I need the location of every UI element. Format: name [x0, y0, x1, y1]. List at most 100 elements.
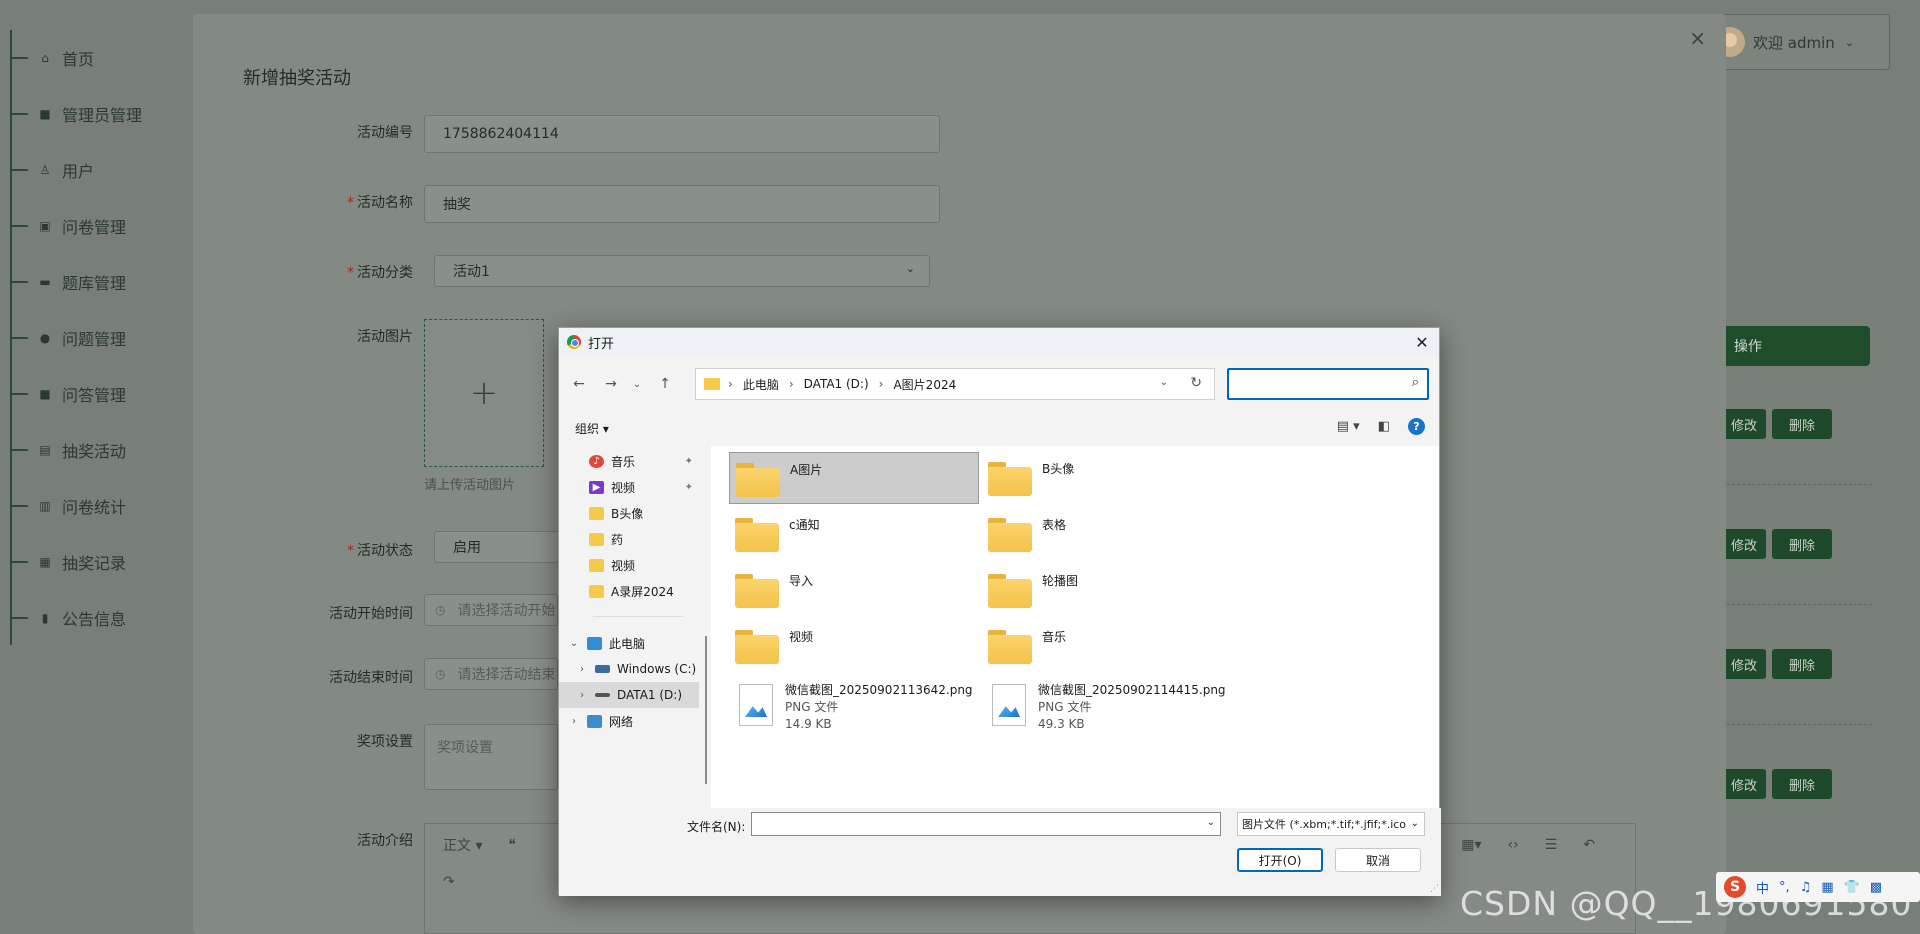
network-icon: [587, 714, 602, 728]
forward-arrow-icon[interactable]: →: [599, 372, 623, 396]
code-input[interactable]: 1758862404114: [424, 115, 940, 153]
edit-button[interactable]: 修改: [1722, 409, 1766, 439]
nav-item-drive-d[interactable]: › DATA1 (D:): [559, 682, 699, 708]
folder-item[interactable]: A图片: [729, 452, 979, 504]
cancel-button[interactable]: 取消: [1335, 848, 1421, 872]
delete-button[interactable]: 删除: [1772, 649, 1832, 679]
sidebar-item-question[interactable]: ● 问题管理: [0, 310, 190, 366]
folder-item[interactable]: c通知: [729, 508, 979, 560]
quote-icon[interactable]: ❝: [508, 837, 516, 853]
folder-item[interactable]: 导入: [729, 564, 979, 616]
nav-item-music[interactable]: ♪ 音乐 ✦: [559, 448, 699, 474]
breadcrumb-drive[interactable]: DATA1 (D:): [804, 377, 869, 391]
breadcrumb-pc[interactable]: 此电脑: [743, 376, 779, 393]
sidebar-item-record[interactable]: ▦ 抽奖记录: [0, 534, 190, 590]
chevron-right-icon[interactable]: ›: [575, 664, 589, 675]
nav-item-folder[interactable]: 视频: [559, 552, 699, 578]
nav-item-network[interactable]: › 网络: [559, 708, 699, 734]
search-icon[interactable]: ⌕: [1412, 375, 1419, 390]
dialog-close-icon[interactable]: ✕: [1411, 331, 1433, 353]
recent-locations-icon[interactable]: ⌄: [625, 372, 649, 396]
nav-item-this-pc[interactable]: ⌄ 此电脑: [559, 630, 699, 656]
file-item[interactable]: 微信截图_20250902114415.png PNG 文件 49.3 KB: [982, 682, 1232, 742]
address-dropdown-icon[interactable]: ⌄: [1160, 377, 1168, 388]
chevron-down-icon[interactable]: ⌄: [567, 638, 581, 649]
voice-icon[interactable]: ♫: [1800, 880, 1812, 895]
sidebar-item-notice[interactable]: ▮ 公告信息: [0, 590, 190, 646]
nav-scrollbar[interactable]: [703, 446, 709, 808]
sidebar-item-admin[interactable]: ■ 管理员管理: [0, 86, 190, 142]
help-icon[interactable]: ?: [1408, 418, 1425, 435]
name-input[interactable]: 抽奖: [424, 185, 940, 223]
punctuation-icon[interactable]: °,: [1779, 880, 1790, 895]
view-options-icon[interactable]: ▤ ▾: [1337, 419, 1360, 434]
keyboard-icon[interactable]: ▦: [1821, 880, 1833, 895]
sidebar-item-user[interactable]: ♙ 用户: [0, 142, 190, 198]
divider-icon[interactable]: ☰: [1545, 837, 1558, 853]
folder-item[interactable]: 视频: [729, 620, 979, 672]
sidebar-item-lottery[interactable]: ▤ 抽奖活动: [0, 422, 190, 478]
folder-item[interactable]: 表格: [982, 508, 1232, 560]
ime-lang[interactable]: 中: [1756, 878, 1769, 897]
close-icon[interactable]: ×: [1689, 26, 1706, 50]
file-item[interactable]: 微信截图_20250902113642.png PNG 文件 14.9 KB: [729, 682, 979, 742]
up-arrow-icon[interactable]: ↑: [653, 372, 677, 396]
status-select[interactable]: 启用: [434, 531, 560, 563]
sidebar-item-survey[interactable]: ▣ 问卷管理: [0, 198, 190, 254]
edit-button[interactable]: 修改: [1722, 529, 1766, 559]
resize-grip-icon[interactable]: ⋰: [1430, 884, 1439, 894]
chevron-down-icon[interactable]: ⌄: [1207, 817, 1215, 828]
refresh-icon[interactable]: ↻: [1190, 375, 1202, 391]
organize-menu[interactable]: 组织 ▾: [575, 420, 609, 437]
breadcrumb-folder[interactable]: A图片2024: [893, 376, 956, 393]
chevron-down-icon: ⌄: [1410, 818, 1419, 829]
search-input[interactable]: [1233, 377, 1393, 391]
filetype-select[interactable]: 图片文件 (*.xbm;*.tif;*.jfif;*.ico ⌄: [1237, 812, 1425, 836]
folder-icon: [988, 518, 1032, 552]
ime-toolbar[interactable]: S 中 °, ♫ ▦ 👕 ▩: [1716, 872, 1920, 902]
end-time-picker[interactable]: ◷ 请选择活动结束: [424, 658, 558, 690]
skin-icon[interactable]: 👕: [1844, 880, 1860, 895]
sidebar-item-qa[interactable]: ■ 问答管理: [0, 366, 190, 422]
folder-item[interactable]: B头像: [982, 452, 1232, 504]
delete-button[interactable]: 删除: [1772, 529, 1832, 559]
nav-item-folder[interactable]: B头像: [559, 500, 699, 526]
nav-item-folder[interactable]: A录屏2024: [559, 578, 699, 604]
folder-item[interactable]: 音乐: [982, 620, 1232, 672]
table-icon[interactable]: ▦▾: [1461, 837, 1481, 853]
undo-icon[interactable]: ↶: [1583, 837, 1595, 853]
file-list: A图片 B头像 c通知 表格 导入 轮播图 视频 音乐 微信截图_2025090…: [711, 446, 1439, 808]
open-button[interactable]: 打开(O): [1237, 848, 1323, 872]
redo-icon[interactable]: ↷: [443, 874, 455, 890]
delete-button[interactable]: 删除: [1772, 769, 1832, 799]
paragraph-style-select[interactable]: 正文 ▾: [443, 835, 482, 855]
scrollbar-thumb[interactable]: [705, 636, 707, 784]
edit-button[interactable]: 修改: [1722, 769, 1766, 799]
status-label: * 活动状态: [347, 543, 413, 559]
search-box[interactable]: ⌕: [1227, 368, 1429, 400]
filename-input[interactable]: ⌄: [751, 812, 1221, 836]
edit-button[interactable]: 修改: [1722, 649, 1766, 679]
back-arrow-icon[interactable]: ←: [567, 372, 591, 396]
address-bar[interactable]: › 此电脑 › DATA1 (D:) › A图片2024 ⌄ ↻: [695, 368, 1215, 400]
prize-textarea[interactable]: 奖项设置: [424, 724, 558, 790]
user-menu[interactable]: 欢迎 admin ⌄: [1700, 14, 1890, 70]
folder-item[interactable]: 轮播图: [982, 564, 1232, 616]
sidebar-item-question-bank[interactable]: ▬ 题库管理: [0, 254, 190, 310]
nav-item-folder[interactable]: 药: [559, 526, 699, 552]
nav-item-video[interactable]: ▶ 视频 ✦: [559, 474, 699, 500]
chevron-right-icon[interactable]: ›: [567, 716, 581, 727]
image-upload[interactable]: +: [424, 319, 544, 467]
start-time-picker[interactable]: ◷ 请选择活动开始: [424, 594, 558, 626]
sidebar-item-stats[interactable]: ▥ 问卷统计: [0, 478, 190, 534]
nav-item-drive-c[interactable]: › Windows (C:): [559, 656, 699, 682]
delete-button[interactable]: 删除: [1772, 409, 1832, 439]
category-select[interactable]: 活动1 ⌄: [434, 255, 930, 287]
code-icon[interactable]: ‹›: [1508, 837, 1519, 853]
stats-icon: ▥: [39, 499, 51, 513]
folder-icon: [589, 506, 604, 520]
chevron-right-icon[interactable]: ›: [575, 690, 589, 701]
toolbox-icon[interactable]: ▩: [1870, 880, 1882, 895]
preview-pane-icon[interactable]: ◧: [1378, 419, 1390, 434]
sidebar-item-home[interactable]: ⌂ 首页: [0, 30, 190, 86]
